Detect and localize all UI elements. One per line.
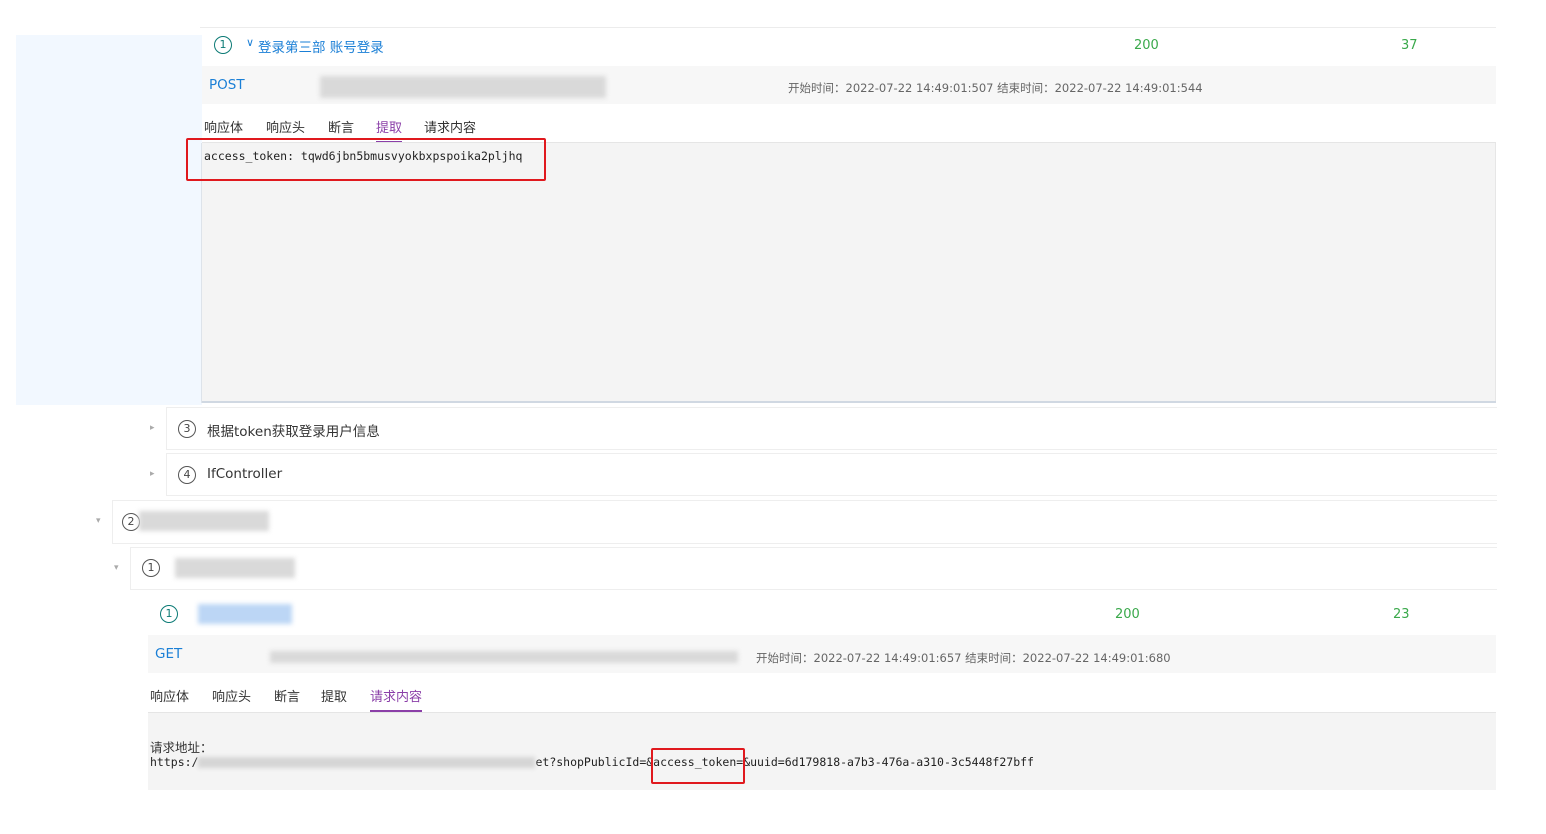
step1-duration: 37 [1401, 38, 1418, 53]
tab-request-content[interactable]: 请求内容 [424, 117, 476, 136]
step1-extract-panel: access_token: tqwd6jbn5bmusvyokbxpspoika… [202, 143, 1496, 402]
stepb-time-info: 开始时间：2022-07-22 14:49:01:657 结束时间：2022-0… [756, 651, 1171, 665]
expand-caret-icon[interactable]: ▸ [150, 423, 155, 433]
step3-row[interactable]: 3 根据token获取登录用户信息 [166, 407, 1497, 450]
group2-sub-number-icon: 1 [142, 559, 160, 577]
url-uuid-param: &uuid=6d179818-a7b3-476a-a310-3c5448f27b… [743, 755, 1034, 769]
group2-sub-row[interactable]: 1 [130, 547, 1497, 590]
url-prefix: https:/ [150, 755, 199, 769]
step3-title[interactable]: 根据token获取登录用户信息 [207, 420, 380, 440]
stepb-request-panel: 请求地址： https:/et?shopPublicId=&access_tok… [148, 713, 1496, 790]
request-url: https:/et?shopPublicId=&access_token=&uu… [150, 755, 1034, 769]
tab-assertions[interactable]: 断言 [274, 686, 300, 705]
extract-highlight-box [186, 138, 546, 181]
stepb-method: GET [155, 646, 183, 662]
group2-title-redacted [139, 511, 269, 531]
tab-response-headers[interactable]: 响应头 [266, 117, 305, 136]
group2-number-icon: 2 [122, 513, 140, 531]
step4-title[interactable]: IfController [207, 466, 282, 482]
stepb-method-row: GET 开始时间：2022-07-22 14:49:01:657 结束时间：20… [148, 635, 1496, 673]
stepb-title-redacted [198, 604, 292, 624]
panel-bottom-border [202, 401, 1496, 403]
stepb-status: 200 [1115, 607, 1140, 622]
step4-row[interactable]: 4 IfController [166, 453, 1497, 496]
step1-number-icon: 1 [214, 36, 232, 54]
top-divider [200, 27, 1496, 28]
tab-extract[interactable]: 提取 [321, 686, 347, 705]
step1-status: 200 [1134, 38, 1159, 53]
stepb-tabs: 响应体 响应头 断言 提取 请求内容 [148, 673, 1496, 712]
step1-method-row: POST 开始时间：2022-07-22 14:49:01:507 结束时间：2… [202, 66, 1496, 104]
stepb-number-icon: 1 [160, 605, 178, 623]
request-address-label: 请求地址： [150, 740, 213, 755]
step1-tabs: 响应体 响应头 断言 提取 请求内容 [202, 104, 1496, 143]
url-token-highlight-box [651, 748, 745, 784]
group2-row[interactable]: 2 [112, 500, 1497, 544]
group2-sub-title-redacted [175, 558, 295, 578]
chevron-down-icon[interactable]: ∨ [246, 36, 254, 49]
stepb-header[interactable]: 1 200 23 [148, 595, 1496, 633]
step4-number-icon: 4 [178, 466, 196, 484]
url-host-redacted [198, 757, 536, 768]
tab-response-body[interactable]: 响应体 [150, 686, 189, 705]
selected-row-background [16, 35, 202, 405]
expand-caret-icon[interactable]: ▸ [150, 469, 155, 479]
tab-response-body[interactable]: 响应体 [204, 117, 243, 136]
tab-assertions[interactable]: 断言 [328, 117, 354, 136]
collapse-caret-icon[interactable]: ▾ [96, 516, 101, 526]
tab-response-headers[interactable]: 响应头 [212, 686, 251, 705]
step1-title[interactable]: 登录第三部 账号登录 [258, 36, 384, 56]
step1-header[interactable]: 1 ∨ 登录第三部 账号登录 200 37 [202, 30, 1496, 64]
tab-request-content[interactable]: 请求内容 [370, 686, 423, 712]
stepb-url-redacted [270, 651, 738, 663]
collapse-caret-icon[interactable]: ▾ [114, 563, 119, 573]
stepb-duration: 23 [1393, 607, 1410, 622]
step1-method: POST [209, 77, 245, 93]
step1-time-info: 开始时间：2022-07-22 14:49:01:507 结束时间：2022-0… [788, 81, 1203, 95]
step1-url-redacted [320, 76, 606, 98]
panel-left-border [201, 143, 202, 403]
step3-number-icon: 3 [178, 420, 196, 438]
url-path: et?shopPublicId= [535, 755, 647, 769]
tab-extract[interactable]: 提取 [376, 117, 403, 143]
